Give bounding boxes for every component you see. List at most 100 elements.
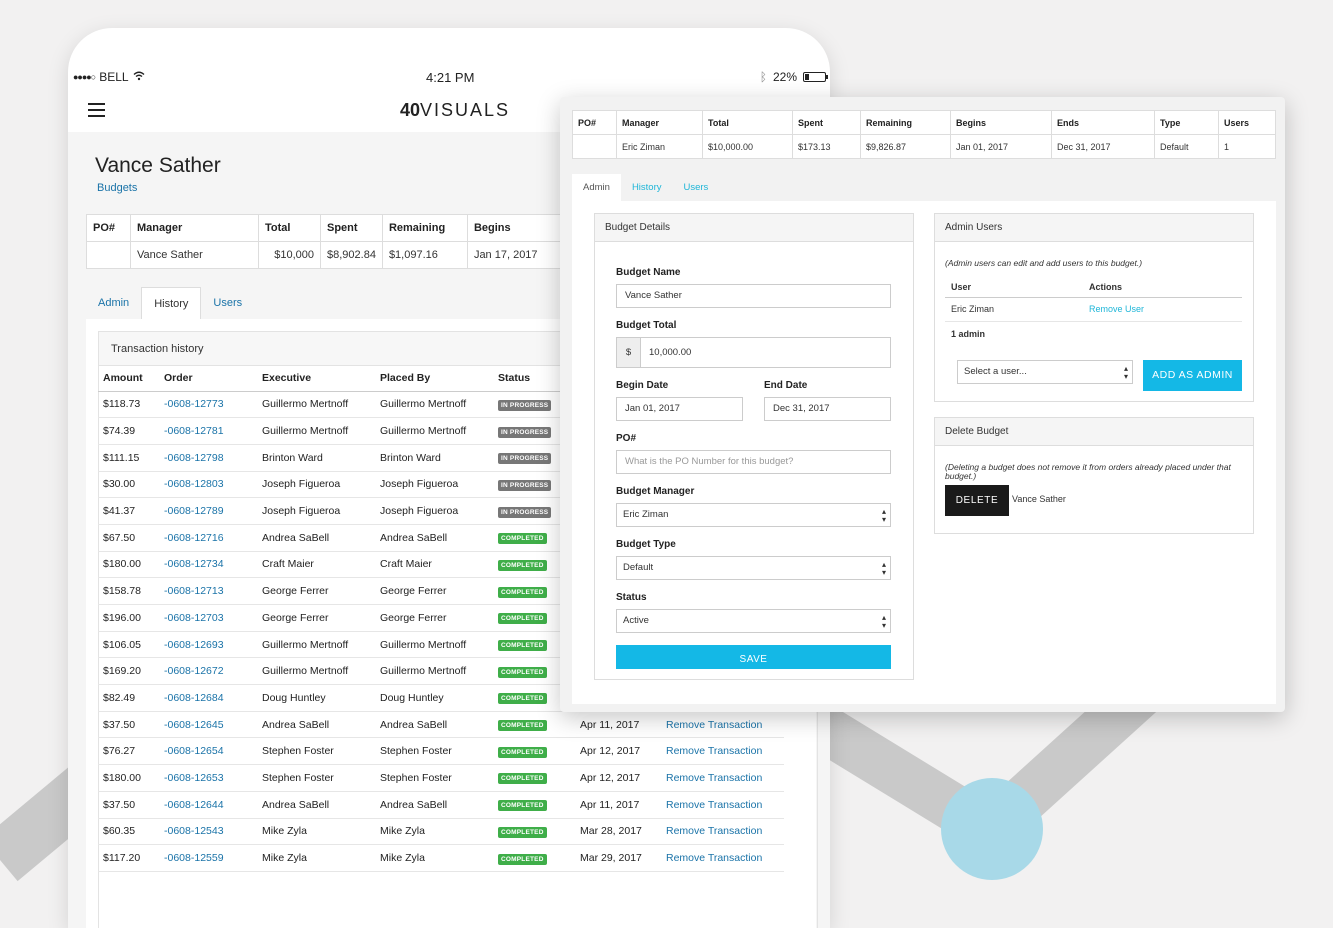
order-link[interactable]: -0608-12781 (164, 425, 224, 437)
tab-admin[interactable]: Admin (572, 174, 621, 201)
summary-cell: $10,000 (258, 241, 321, 269)
order-cell: -0608-12693 (159, 631, 257, 659)
order-link[interactable]: -0608-12716 (164, 532, 224, 544)
select-user-placeholder: Select a user... (964, 366, 1027, 377)
remove-transaction-link[interactable]: Remove Transaction (666, 719, 762, 731)
overlay-tab-bar: Admin History Users (572, 174, 719, 201)
remove-transaction-link[interactable]: Remove Transaction (666, 852, 762, 864)
executive-cell: Stephen Foster (257, 737, 375, 766)
placed-by-cell: Andrea SaBell (375, 524, 493, 552)
date-cell: Apr 11, 2017 (575, 711, 661, 739)
budget-type-label: Budget Type (616, 539, 676, 550)
amount-cell: $30.00 (98, 471, 159, 499)
budget-name-input[interactable]: Vance Sather (616, 284, 891, 308)
battery-icon (803, 72, 828, 82)
budget-type-value: Default (623, 562, 654, 573)
admin-tab-content: Budget Details Budget Name Vance Sather … (572, 201, 1276, 704)
delete-button[interactable]: DELETE (945, 485, 1009, 516)
amount-cell: $74.39 (98, 417, 159, 445)
order-cell: -0608-12672 (159, 657, 257, 686)
amount-cell: $117.20 (98, 844, 159, 872)
budget-manager-select[interactable]: Eric Ziman ▴ ▾ (616, 503, 891, 527)
begin-date-input[interactable]: Jan 01, 2017 (616, 397, 743, 421)
order-cell: -0608-12653 (159, 764, 257, 792)
status-badge: IN PROGRESS (498, 479, 552, 491)
status-badge: COMPLETED (498, 586, 547, 598)
order-link[interactable]: -0608-12645 (164, 719, 224, 731)
status-badge: COMPLETED (498, 773, 547, 785)
order-link[interactable]: -0608-12654 (164, 745, 224, 757)
amount-cell: $82.49 (98, 684, 159, 712)
save-button[interactable]: SAVE (616, 645, 891, 669)
select-arrows-icon: ▴ ▾ (881, 613, 886, 630)
summary-header: Remaining (381, 214, 468, 242)
order-link[interactable]: -0608-12789 (164, 505, 224, 517)
order-link[interactable]: -0608-12703 (164, 612, 224, 624)
order-link[interactable]: -0608-12543 (164, 825, 224, 837)
summary-cell: 1 (1218, 134, 1276, 159)
placed-by-cell: Mike Zyla (375, 818, 493, 846)
summary-header: Spent (320, 214, 383, 242)
executive-cell: Andrea SaBell (257, 524, 375, 552)
summary-cell: Jan 01, 2017 (950, 134, 1052, 159)
order-link[interactable]: -0608-12644 (164, 799, 224, 811)
summary-cell (572, 134, 617, 159)
summary-cell: $9,826.87 (860, 134, 951, 159)
table-row: Eric Ziman Remove User (945, 297, 1242, 322)
add-as-admin-button[interactable]: ADD AS ADMIN (1143, 360, 1242, 391)
column-header: Executive (257, 365, 375, 392)
order-link[interactable]: -0608-12672 (164, 665, 224, 677)
admin-user-name: Eric Ziman (945, 297, 1083, 322)
budget-total-input[interactable]: $ 10,000.00 (616, 337, 891, 368)
placed-by-cell: Brinton Ward (375, 444, 493, 472)
order-cell: -0608-12773 (159, 391, 257, 419)
status-cell: COMPLETED (493, 737, 575, 766)
remove-transaction-link[interactable]: Remove Transaction (666, 745, 762, 757)
battery-percent: 22% (772, 70, 797, 84)
status-badge: COMPLETED (498, 613, 547, 625)
delete-budget-note: (Deleting a budget does not remove it fr… (945, 462, 1231, 481)
amount-cell: $76.27 (98, 737, 159, 766)
tab-history[interactable]: History (621, 174, 673, 201)
budget-summary-table: PO# Manager Total Spent Remaining Begins… (86, 214, 568, 269)
remove-transaction-link[interactable]: Remove Transaction (666, 799, 762, 811)
tab-users[interactable]: Users (201, 287, 254, 320)
currency-addon: $ (617, 338, 641, 367)
remove-transaction-link[interactable]: Remove Transaction (666, 772, 762, 784)
po-number-input[interactable]: What is the PO Number for this budget? (616, 450, 891, 474)
status-cell: COMPLETED (493, 818, 575, 846)
admin-count: 1 admin (951, 329, 986, 339)
order-link[interactable]: -0608-12798 (164, 452, 224, 464)
menu-icon[interactable] (88, 103, 105, 117)
table-row: $180.00 -0608-12653 Stephen Foster Stephen … (98, 764, 784, 792)
breadcrumb[interactable]: Budgets (97, 182, 137, 194)
amount-cell: $37.50 (98, 711, 159, 739)
summary-header: Begins (950, 110, 1052, 135)
budget-type-select[interactable]: Default ▴ ▾ (616, 556, 891, 580)
summary-cell: $8,902.84 (320, 241, 383, 269)
order-link[interactable]: -0608-12684 (164, 692, 224, 704)
order-link[interactable]: -0608-12693 (164, 639, 224, 651)
tab-admin[interactable]: Admin (86, 287, 141, 320)
order-cell: -0608-12559 (159, 844, 257, 872)
order-link[interactable]: -0608-12713 (164, 585, 224, 597)
order-link[interactable]: -0608-12734 (164, 558, 224, 570)
order-cell: -0608-12798 (159, 444, 257, 472)
remove-transaction-link[interactable]: Remove Transaction (666, 825, 762, 837)
order-link[interactable]: -0608-12773 (164, 398, 224, 410)
status-select[interactable]: Active ▴ ▾ (616, 609, 891, 633)
summary-header: Begins (466, 214, 568, 242)
order-link[interactable]: -0608-12559 (164, 852, 224, 864)
remove-user-link[interactable]: Remove User (1089, 304, 1144, 314)
placed-by-cell: Guillermo Mertnoff (375, 391, 493, 419)
placed-by-cell: Mike Zyla (375, 844, 493, 872)
column-header: Actions (1083, 277, 1242, 298)
status-badge: COMPLETED (498, 666, 547, 678)
tab-history[interactable]: History (141, 287, 202, 320)
select-user-dropdown[interactable]: Select a user... ▴ ▾ (957, 360, 1133, 384)
status-value: Active (623, 615, 649, 626)
end-date-input[interactable]: Dec 31, 2017 (764, 397, 891, 421)
order-link[interactable]: -0608-12803 (164, 478, 224, 490)
order-link[interactable]: -0608-12653 (164, 772, 224, 784)
tab-users[interactable]: Users (673, 174, 720, 201)
